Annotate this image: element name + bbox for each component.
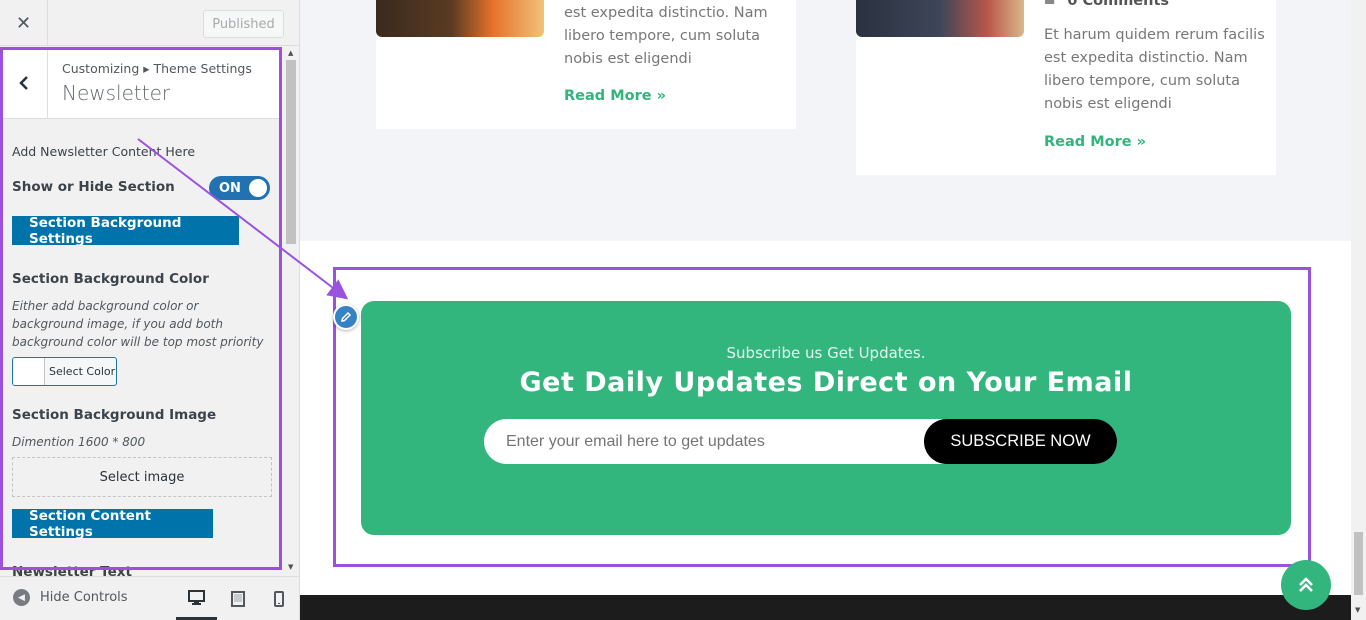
scroll-down-arrow[interactable]: ▼ [288,563,293,571]
bg-color-heading: Section Background Color [12,271,209,287]
bg-color-note: Either add background color or backgroun… [12,299,264,349]
excerpt-line: est expedita distinctio. Nam [1044,50,1248,66]
tablet-icon [230,591,245,607]
blog-card-excerpt: Et harum quidem rerum facilis est expedi… [1044,24,1265,116]
blog-card-image[interactable] [376,0,544,37]
excerpt-line: nobis est eligendi [564,51,692,67]
comments-icon: ▬ [1044,0,1056,8]
page-scrollbar[interactable]: ▼ [1351,0,1366,620]
panel-body: Add Newsletter Content Here Show or Hide… [0,120,280,580]
show-hide-toggle[interactable]: ON [209,176,270,200]
blog-card: ▬ 0 Comments Et harum quidem rerum facil… [856,0,1276,175]
read-more-link[interactable]: Read More » [1044,134,1146,150]
hide-controls-button[interactable]: ◀ Hide Controls [13,589,128,606]
page-scrollbar-thumb[interactable] [1354,532,1363,595]
customizer-footer: ◀ Hide Controls [0,576,299,620]
customizer-sidebar: ✕ Published Customizing ▸ Theme Settings… [0,0,300,620]
color-swatch [13,358,45,385]
desktop-preview-button[interactable] [176,577,217,620]
blog-section: est expedita distinctio. Nam libero temp… [300,0,1351,241]
desktop-icon [188,589,205,605]
edit-shortcut-button[interactable] [333,304,359,330]
excerpt-line: est expedita distinctio. Nam [564,5,768,21]
hide-controls-icon: ◀ [13,589,30,606]
breadcrumb: Customizing ▸ Theme Settings [62,61,252,76]
excerpt-line: libero tempore, cum soluta [564,28,761,44]
back-button[interactable] [0,47,48,119]
newsletter-subtitle: Subscribe us Get Updates. [726,344,926,362]
toggle-value: ON [219,180,241,196]
double-chevron-up-icon [1299,577,1313,592]
scroll-up-arrow[interactable]: ▲ [288,49,293,57]
blog-card-excerpt: est expedita distinctio. Nam libero temp… [564,2,768,71]
site-footer [300,595,1351,620]
comments-meta[interactable]: ▬ 0 Comments [1044,0,1169,9]
email-input[interactable] [506,419,906,464]
blog-card-image[interactable] [856,0,1024,37]
newsletter-box: Subscribe us Get Updates. Get Daily Upda… [361,301,1291,535]
subscribe-button[interactable]: SUBSCRIBE NOW [924,419,1117,464]
bg-image-heading: Section Background Image [12,407,217,423]
customizer-topbar: ✕ Published [0,0,299,46]
close-icon[interactable]: ✕ [0,0,48,46]
newsletter-form: SUBSCRIBE NOW [484,419,1117,464]
bg-image-note: Dimention 1600 * 800 [12,435,146,449]
select-color-label: Select Color [49,365,116,378]
back-chevron-icon [18,76,28,90]
device-switcher [176,577,299,620]
panel-header: Customizing ▸ Theme Settings Newsletter [0,47,280,119]
site-preview: est expedita distinctio. Nam libero temp… [300,0,1351,620]
pencil-icon [341,311,352,322]
excerpt-line: libero tempore, cum soluta [1044,73,1241,89]
panel-description: Add Newsletter Content Here [12,144,196,159]
hide-controls-label: Hide Controls [40,590,128,605]
toggle-knob [249,179,267,197]
tablet-preview-button[interactable] [217,577,258,620]
read-more-link[interactable]: Read More » [564,88,666,104]
content-settings-button[interactable]: Section Content Settings [12,508,213,540]
mobile-preview-button[interactable] [258,577,299,620]
published-button[interactable]: Published [203,10,284,38]
panel-title: Newsletter [62,81,171,105]
page-scroll-down-arrow[interactable]: ▼ [1355,606,1360,614]
newsletter-title: Get Daily Updates Direct on Your Email [519,367,1133,398]
bg-settings-button[interactable]: Section Background Settings [12,215,239,247]
mobile-icon [273,591,284,607]
excerpt-line: nobis est eligendi [1044,96,1172,112]
scrollbar-thumb[interactable] [286,60,296,244]
excerpt-line: Et harum quidem rerum facilis [1044,27,1265,43]
blog-card: est expedita distinctio. Nam libero temp… [376,0,796,129]
select-image-button[interactable]: Select image [12,457,272,497]
panel-scrollbar[interactable]: ▲ ▼ [284,47,299,574]
comments-count: 0 Comments [1067,0,1170,9]
scroll-to-top-button[interactable] [1281,560,1331,610]
toggle-label: Show or Hide Section [12,179,175,195]
select-color-button[interactable]: Select Color [12,357,117,386]
